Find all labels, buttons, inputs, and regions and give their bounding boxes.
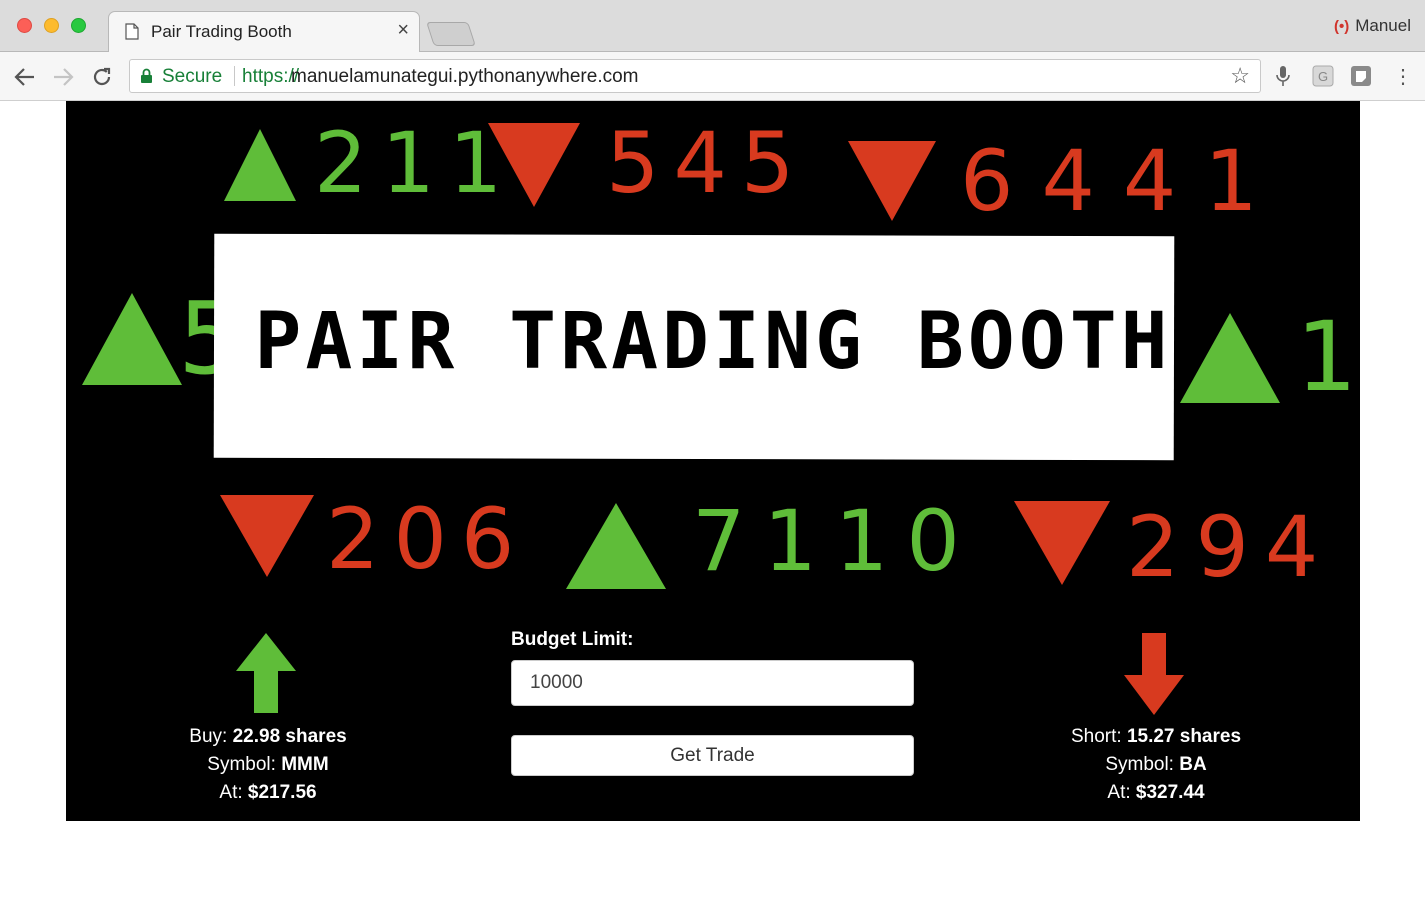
short-price: $327.44 <box>1135 782 1205 803</box>
svg-text:G: G <box>1318 69 1328 84</box>
ticker-item: 206 <box>218 493 528 581</box>
buy-symbol: MMM <box>281 754 329 775</box>
window-maximize-button[interactable] <box>71 18 86 33</box>
budget-limit-label: Budget Limit: <box>511 629 634 650</box>
url-divider <box>234 66 235 86</box>
lock-icon <box>140 68 153 89</box>
ticker-value: 7110 <box>692 492 978 590</box>
menu-kebab-icon[interactable]: ⋮ <box>1393 64 1413 89</box>
short-trade-info: Short: 15.27 shares Symbol: BA At: $327.… <box>1054 723 1258 807</box>
get-trade-button[interactable]: Get Trade <box>511 735 914 776</box>
short-symbol: BA <box>1179 754 1207 775</box>
up-triangle-icon <box>566 503 666 589</box>
bookmark-star-icon[interactable]: ☆ <box>1230 63 1250 89</box>
browser-tab-active[interactable]: Pair Trading Booth × <box>108 11 420 53</box>
ticker-value: 545 <box>606 114 809 212</box>
tab-close-icon[interactable]: × <box>397 19 409 42</box>
back-arrow-icon[interactable] <box>12 64 38 90</box>
document-icon <box>125 23 139 45</box>
buy-symbol-label: Symbol: <box>207 754 276 775</box>
google-extension-icon[interactable]: G <box>1312 65 1334 92</box>
profile-button[interactable]: (•) Manuel <box>1334 16 1411 36</box>
page-title: PAIR TRADING BOOTH <box>254 297 1172 387</box>
down-triangle-icon <box>1014 501 1110 585</box>
short-at-label: At: <box>1107 782 1131 803</box>
profile-name: Manuel <box>1355 16 1411 35</box>
down-triangle-icon <box>220 495 314 577</box>
secure-label: Secure <box>162 66 223 87</box>
address-bar[interactable]: Secure https:// manuelamunategui.pythona… <box>129 59 1261 93</box>
ticker-item: 6441 <box>846 139 1286 225</box>
new-tab-button[interactable] <box>426 22 476 46</box>
buy-trade-info: Buy: 22.98 shares Symbol: MMM At: $217.5… <box>166 723 370 807</box>
window-close-button[interactable] <box>17 18 32 33</box>
buy-up-arrow-icon <box>236 633 296 713</box>
ticker-item: 7110 <box>564 499 978 591</box>
short-shares: 15.27 shares <box>1126 726 1242 747</box>
buy-shares: 22.98 shares <box>232 726 347 747</box>
ticker-item: 545 <box>486 121 808 211</box>
profile-icon: (•) <box>1333 17 1350 35</box>
short-down-arrow-icon <box>1124 633 1184 715</box>
reload-icon[interactable] <box>89 64 115 90</box>
forward-arrow-icon[interactable] <box>50 64 76 90</box>
ticker-value: 6441 <box>960 132 1286 230</box>
short-action-label: Short: <box>1070 726 1122 747</box>
ticker-item: 294 <box>1012 499 1334 589</box>
buy-at-label: At: <box>219 782 243 803</box>
down-triangle-icon <box>848 141 936 221</box>
browser-toolbar: Secure https:// manuelamunategui.pythona… <box>0 52 1425 101</box>
ticker-value: 294 <box>1126 498 1335 596</box>
budget-limit-input[interactable] <box>511 660 914 706</box>
page-canvas: 211 545 6441 5 1 PAIR TRADING BOOTH 206 … <box>66 101 1360 821</box>
buy-action-label: Buy: <box>189 726 228 747</box>
up-triangle-icon <box>224 129 296 201</box>
microphone-icon[interactable] <box>1276 65 1290 92</box>
short-symbol-label: Symbol: <box>1105 754 1174 775</box>
window-minimize-button[interactable] <box>44 18 59 33</box>
browser-tab-bar: Pair Trading Booth × (•) Manuel <box>0 0 1425 53</box>
extension-icon[interactable] <box>1350 65 1372 92</box>
down-triangle-icon <box>488 123 580 207</box>
buy-price: $217.56 <box>247 782 317 803</box>
ticker-item: 211 <box>222 121 516 205</box>
url-host: manuelamunategui.pythonanywhere.com <box>291 66 639 87</box>
tab-title: Pair Trading Booth <box>151 22 292 41</box>
ticker-value: 206 <box>326 490 529 588</box>
